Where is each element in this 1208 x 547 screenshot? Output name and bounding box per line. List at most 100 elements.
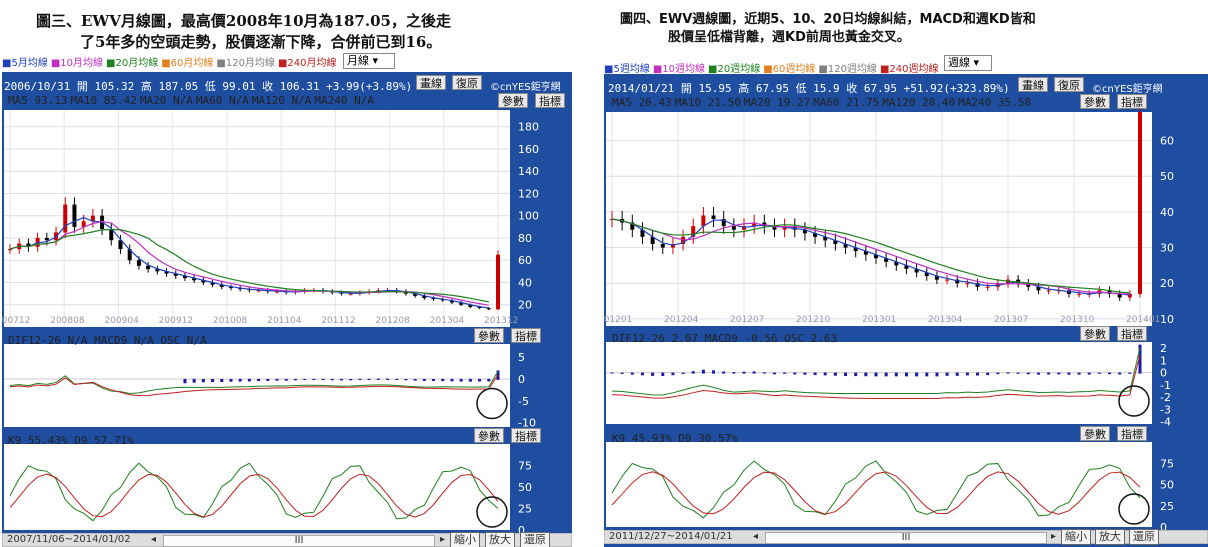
y-tick-label: 20 <box>1160 277 1174 290</box>
left-kd-indicator-button[interactable]: 指標 <box>511 428 541 443</box>
y-tick-label: 10 <box>1160 313 1174 326</box>
right-kd-readout: K9 45.93% D9 30.57% <box>612 432 738 445</box>
right-ma-value: MA10 21.50 <box>674 96 741 109</box>
left-period-select[interactable]: 月線 ▾ <box>343 53 395 69</box>
right-kd-param-button[interactable]: 參數 <box>1080 426 1110 441</box>
y-tick-label: 2 <box>1160 342 1167 355</box>
y-tick-label: 40 <box>1160 206 1174 219</box>
macd-bar <box>330 378 334 381</box>
x-tick-label: 201112 <box>321 316 355 326</box>
left-ma-value: MA60 N/A <box>195 94 249 107</box>
y-tick-label: 30 <box>1160 242 1174 255</box>
macd-bar <box>201 378 205 383</box>
right-kd-indicator-button[interactable]: 指標 <box>1117 426 1147 441</box>
x-tick-label: 200904 <box>104 316 139 326</box>
right-scroll-left-arrow[interactable]: ◂ <box>753 531 758 543</box>
left-zoom-out-button[interactable]: 縮小 <box>450 532 480 547</box>
x-tick-label: 201207 <box>730 315 764 325</box>
left-date-range: 2007/11/06~2014/01/02 <box>7 534 131 545</box>
macd-bar <box>833 372 837 376</box>
macd-bar <box>884 372 888 377</box>
x-tick-label: 200912 <box>159 316 193 326</box>
right-zoom-in-button[interactable]: 放大 <box>1095 529 1125 545</box>
candle <box>660 243 665 248</box>
macd-bar <box>1097 372 1101 374</box>
y-tick-label: 100 <box>518 210 539 223</box>
left-scroll-right-arrow[interactable]: ▸ <box>440 534 445 546</box>
left-caption-line2: 了5年多的空頭走勢，股價逐漸下降，合併前已到16。 <box>80 33 442 51</box>
right-scrollbar[interactable]: 2011/12/27~2014/01/21 ◂ III ▸ 縮小 放大 還原 <box>604 529 1208 545</box>
left-caption-line1: 圖三、EWV月線圖，最高價2008年10月為187.05，之後走 <box>36 12 451 30</box>
y-tick-label: 25 <box>1160 500 1174 513</box>
macd-bar <box>349 378 353 381</box>
left-legend-label: 10月均線 <box>60 58 104 69</box>
y-tick-label: 60 <box>1160 135 1174 148</box>
left-zoom-in-button[interactable]: 放大 <box>485 532 515 547</box>
macd-bar <box>192 378 196 383</box>
macd-bar <box>813 372 817 376</box>
y-tick-label: 75 <box>518 460 532 473</box>
candle <box>1138 112 1142 294</box>
macd-bar <box>257 378 261 382</box>
right-scroll-thumb[interactable]: III <box>765 532 1047 544</box>
left-ma-value: MA20 N/A <box>139 94 193 107</box>
macd-bar <box>661 372 665 377</box>
right-chart-panel[interactable]: 2014/01/21 開 15.95 高 67.95 低 15.9 收 67.9… <box>604 74 1208 547</box>
x-tick-label: 201210 <box>796 315 831 325</box>
left-legend-item: ■5月均線 <box>2 58 48 69</box>
left-macd-indicator-button[interactable]: 指標 <box>511 328 541 343</box>
left-macd-param-button[interactable]: 參數 <box>474 328 504 343</box>
macd-bar <box>1118 372 1122 375</box>
macd-bar <box>874 372 878 377</box>
x-tick-label: 201208 <box>376 316 411 326</box>
left-legend-label: 120月均線 <box>225 58 275 69</box>
left-param-button[interactable]: 參數 <box>498 93 528 108</box>
right-ma-value: MA60 21.75 <box>813 96 880 109</box>
y-tick-label: -3 <box>1160 403 1171 416</box>
x-tick-label: 201312 <box>484 316 518 326</box>
left-chart-panel[interactable]: 2006/10/31 開 105.32 高 187.05 低 99.01 收 1… <box>2 72 572 547</box>
left-macd-readout: DIF12-26 N/A MACD9 N/A OSC N/A <box>8 334 207 347</box>
macd-bar <box>312 378 316 380</box>
macd-bar <box>691 371 695 374</box>
left-scroll-thumb[interactable]: III <box>163 535 435 547</box>
macd-bar <box>183 378 187 384</box>
right-scroll-right-arrow[interactable]: ▸ <box>1051 531 1056 543</box>
right-macd-indicator-button[interactable]: 指標 <box>1117 326 1147 341</box>
macd-bar <box>955 372 959 376</box>
macd-bar <box>1016 372 1020 374</box>
y-tick-label: 50 <box>518 481 532 494</box>
right-reset-button[interactable]: 還原 <box>1129 529 1159 545</box>
right-period-select[interactable]: 週線 ▾ <box>944 55 992 71</box>
macd-bar <box>965 372 969 376</box>
x-tick-label: 201401 <box>1126 315 1160 325</box>
macd-bar <box>854 372 858 377</box>
x-tick-label: 201307 <box>994 315 1028 325</box>
left-legend-label: 60月均線 <box>170 58 214 69</box>
y-tick-label: 140 <box>518 165 539 178</box>
right-zoom-out-button[interactable]: 縮小 <box>1061 529 1091 545</box>
left-indicator-button[interactable]: 指標 <box>535 93 565 108</box>
x-tick-label: 201310 <box>1060 315 1095 325</box>
x-tick-label: 201301 <box>862 315 896 325</box>
right-param-button[interactable]: 參數 <box>1080 94 1110 109</box>
right-macd-param-button[interactable]: 參數 <box>1080 326 1110 341</box>
left-ma-value: MA120 N/A <box>251 94 312 107</box>
left-scroll-left-arrow[interactable]: ◂ <box>151 534 156 546</box>
right-indicator-button[interactable]: 指標 <box>1117 94 1147 109</box>
right-date-range: 2011/12/27~2014/01/21 <box>609 531 733 542</box>
macd-bar <box>358 378 362 381</box>
macd-bar <box>823 372 827 376</box>
candle <box>945 279 950 281</box>
left-kd-param-button[interactable]: 參數 <box>474 428 504 443</box>
y-tick-label: 1 <box>1160 354 1167 367</box>
left-legend-label: 5月均線 <box>11 58 48 69</box>
macd-bar <box>468 378 472 382</box>
y-tick-label: 50 <box>1160 479 1174 492</box>
macd-bar <box>275 378 279 381</box>
left-reset-button[interactable]: 還原 <box>520 532 550 547</box>
y-tick-label: -1 <box>1160 379 1171 392</box>
left-scrollbar[interactable]: 2007/11/06~2014/01/02 ◂ III ▸ 縮小 放大 還原 <box>2 532 572 547</box>
macd-bar <box>904 372 908 377</box>
macd-bar <box>321 378 325 381</box>
